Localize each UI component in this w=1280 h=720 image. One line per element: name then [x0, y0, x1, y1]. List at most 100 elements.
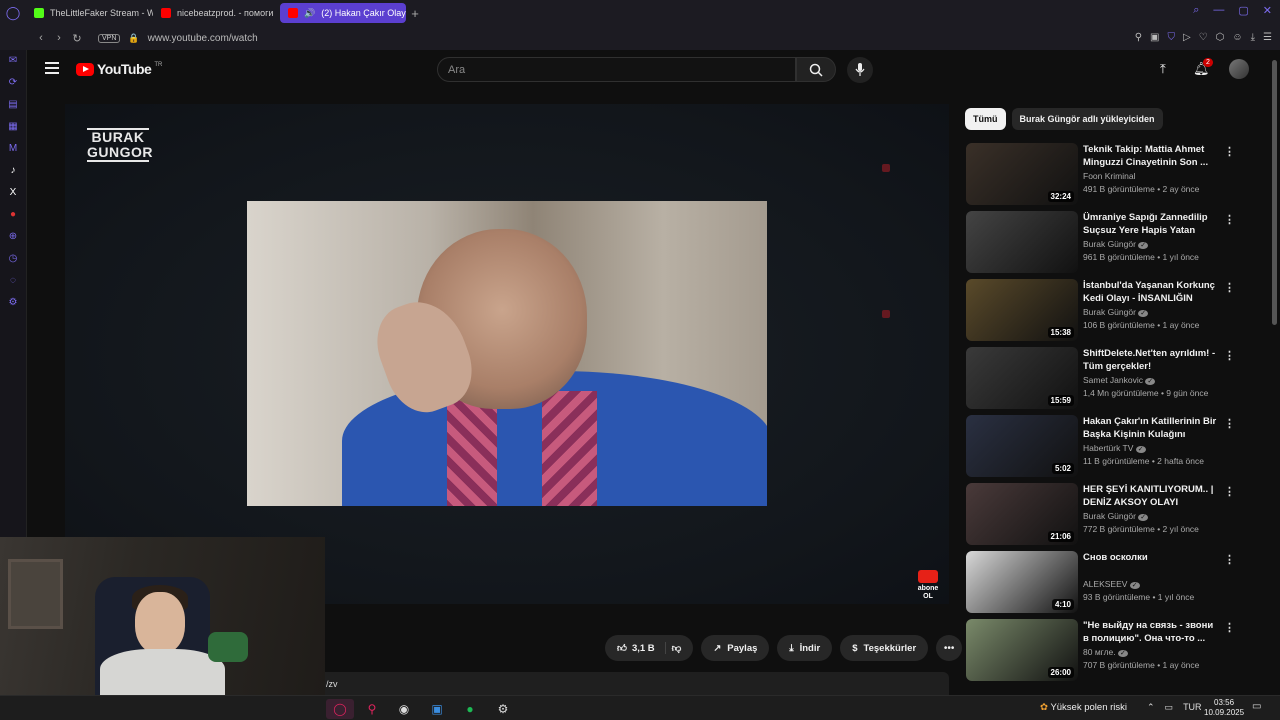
subscribe-watermark[interactable]: abone OL [915, 570, 941, 601]
tray-chevron-icon[interactable]: ⌃ [1147, 702, 1155, 713]
snapshot-icon[interactable]: ▣ [1150, 32, 1159, 43]
video-player[interactable]: BURAK GUNGOR abone OL [65, 104, 949, 604]
recommendation-item[interactable]: 15:59 ShiftDelete.Net'ten ayrıldım! - Tü… [965, 347, 1255, 409]
menu-icon[interactable]: ☰ [1263, 32, 1272, 43]
video-thumbnail[interactable]: 4:10 [966, 551, 1078, 613]
pin-icon[interactable]: ⚲ [1135, 32, 1142, 43]
history-icon[interactable]: ⟳ [0, 72, 26, 94]
tiktok-icon[interactable]: ♪ [0, 160, 26, 182]
page-scrollbar[interactable] [1272, 60, 1277, 325]
record-icon[interactable]: ● [0, 204, 26, 226]
forward-icon[interactable]: › [50, 32, 68, 44]
new-tab-button[interactable]: + [406, 6, 424, 21]
like-button[interactable]: 👍︎ 3,1 B [617, 642, 666, 654]
kebab-menu-icon[interactable]: ⋮ [1224, 621, 1235, 634]
settings-app-icon[interactable]: ⚙ [489, 699, 517, 719]
video-thumbnail[interactable]: 5:02 [966, 415, 1078, 477]
notification-center-icon[interactable]: ▭ [1252, 701, 1261, 712]
video-thumbnail[interactable] [966, 211, 1078, 273]
news-icon[interactable]: ▦ [0, 116, 26, 138]
browser-logo-icon[interactable]: ◯ [0, 0, 26, 26]
video-title[interactable]: Ümraniye Sapığı Zannedilip Suçsuz Yere H… [1083, 211, 1221, 238]
mail-icon[interactable]: M [0, 138, 26, 160]
description-box[interactable] [318, 672, 949, 695]
location-app-icon[interactable]: ⚲ [358, 699, 386, 719]
chip-all[interactable]: Tümü [965, 108, 1006, 130]
url-field[interactable]: www.youtube.com/watch [148, 33, 258, 44]
chip-from-uploader[interactable]: Burak Güngör adlı yükleyiciden [1011, 108, 1163, 130]
kebab-menu-icon[interactable]: ⋮ [1224, 485, 1235, 498]
video-title[interactable]: ShiftDelete.Net'ten ayrıldım! - Tüm gerç… [1083, 347, 1221, 373]
kebab-menu-icon[interactable]: ⋮ [1224, 417, 1235, 430]
minimize-icon[interactable]: — [1213, 4, 1224, 17]
weather-widget[interactable]: ✿ Yüksek polen riski [1040, 702, 1127, 713]
language-indicator[interactable]: TUR [1183, 702, 1202, 713]
explorer-app-icon[interactable]: ▣ [423, 699, 451, 719]
channel-name[interactable]: ALEKSEEV ✓ [1083, 579, 1140, 589]
kebab-menu-icon[interactable]: ⋮ [1224, 213, 1235, 226]
video-thumbnail[interactable]: 26:00 [966, 619, 1078, 681]
hamburger-menu-icon[interactable] [45, 62, 59, 74]
voice-search-button[interactable] [847, 57, 873, 83]
video-title[interactable]: HER ŞEYİ KANITLIYORUM.. | DENİZ AKSOY OL… [1083, 483, 1221, 509]
speaker-icon[interactable]: 🔊 [304, 8, 315, 19]
share-button[interactable]: ↗ Paylaş [701, 635, 770, 661]
kebab-menu-icon[interactable]: ⋮ [1224, 281, 1235, 294]
channel-name[interactable]: Burak Güngör ✓ [1083, 511, 1149, 521]
search-button[interactable] [796, 57, 836, 82]
channel-name[interactable]: Samet Jankovic ✓ [1083, 375, 1156, 385]
video-title[interactable]: Hakan Çakır'ın Katillerinin Bir Başka Ki… [1083, 415, 1221, 442]
channel-name[interactable]: Burak Güngör ✓ [1083, 307, 1149, 317]
kebab-menu-icon[interactable]: ⋮ [1224, 349, 1235, 362]
spotify-app-icon[interactable]: ● [456, 699, 484, 719]
extensions-icon[interactable]: ⬡ [1216, 32, 1225, 43]
video-thumbnail[interactable]: 21:06 [966, 483, 1078, 545]
settings-icon[interactable]: ⚙ [0, 292, 26, 314]
browser-tab-1[interactable]: TheLittleFaker Stream - W [26, 3, 153, 23]
vpn-badge[interactable]: VPN [98, 33, 121, 43]
video-thumbnail[interactable]: 15:38 [966, 279, 1078, 341]
more-actions-button[interactable]: ••• [936, 635, 963, 661]
video-thumbnail[interactable]: 32:24 [966, 143, 1078, 205]
recommendation-item[interactable]: Ümraniye Sapığı Zannedilip Suçsuz Yere H… [965, 211, 1255, 273]
obs-app-icon[interactable]: ◉ [390, 699, 418, 719]
video-thumbnail[interactable]: 15:59 [966, 347, 1078, 409]
channel-name[interactable]: Foon Kriminal [1083, 171, 1135, 181]
heart-icon[interactable]: ♡ [1199, 32, 1208, 43]
recommendation-item[interactable]: 5:02 Hakan Çakır'ın Katillerinin Bir Baş… [965, 415, 1255, 477]
channel-name[interactable]: Habertürk TV ✓ [1083, 443, 1146, 453]
add-panel-icon[interactable]: ⊕ [0, 226, 26, 248]
play-icon[interactable]: ▷ [1183, 32, 1191, 43]
download-button[interactable]: ⤓ İndir [777, 635, 833, 661]
back-icon[interactable]: ‹ [32, 32, 50, 44]
dislike-button[interactable]: 👎︎ [672, 642, 682, 654]
opera-gx-app-icon[interactable]: ◯ [326, 699, 354, 719]
thanks-button[interactable]: $ Teşekkürler [840, 635, 929, 661]
lock-icon[interactable]: 🔒 [128, 33, 139, 44]
upload-icon[interactable]: ⤒ [1160, 61, 1166, 77]
clock-icon[interactable]: ◷ [0, 248, 26, 270]
search-tabs-icon[interactable]: ⌕ [1193, 4, 1199, 17]
download-icon[interactable]: ⤓ [1251, 32, 1255, 43]
recommendation-item[interactable]: 15:38 İstanbul'da Yaşanan Korkunç Kedi O… [965, 279, 1255, 341]
video-title[interactable]: "Не выйду на связь - звони в полицию". О… [1083, 619, 1221, 645]
wallet-icon[interactable]: ▤ [0, 94, 26, 116]
system-clock[interactable]: 03:56 10.09.2025 [1204, 698, 1244, 718]
search-input[interactable]: Ara [437, 57, 796, 82]
kebab-menu-icon[interactable]: ⋮ [1224, 553, 1235, 566]
recommendation-item[interactable]: 4:10 Снов осколки ALEKSEEV ✓ 93 B görünt… [965, 551, 1255, 613]
network-icon[interactable]: ▭ [1165, 702, 1174, 713]
channel-watermark[interactable]: BURAK GUNGOR [87, 128, 153, 162]
close-icon[interactable]: ✕ [1263, 4, 1272, 17]
x-icon[interactable]: X [0, 182, 26, 204]
shield-icon[interactable]: ⛉ [1167, 32, 1175, 43]
chat-icon[interactable]: ◌ [0, 270, 26, 292]
channel-name[interactable]: 80 мгле. ✓ [1083, 647, 1128, 657]
browser-tab-active[interactable]: 🔊 (2) Hakan Çakır Olayı [280, 3, 406, 23]
recommendation-item[interactable]: 26:00 "Не выйду на связь - звони в полиц… [965, 619, 1255, 681]
reload-icon[interactable]: ↻ [68, 32, 86, 45]
channel-name[interactable]: Burak Güngör ✓ [1083, 239, 1149, 249]
avatar[interactable] [1229, 59, 1249, 79]
browser-tab-2[interactable]: nicebeatzprod. - помоги [153, 3, 280, 23]
video-title[interactable]: Снов осколки [1083, 551, 1221, 564]
